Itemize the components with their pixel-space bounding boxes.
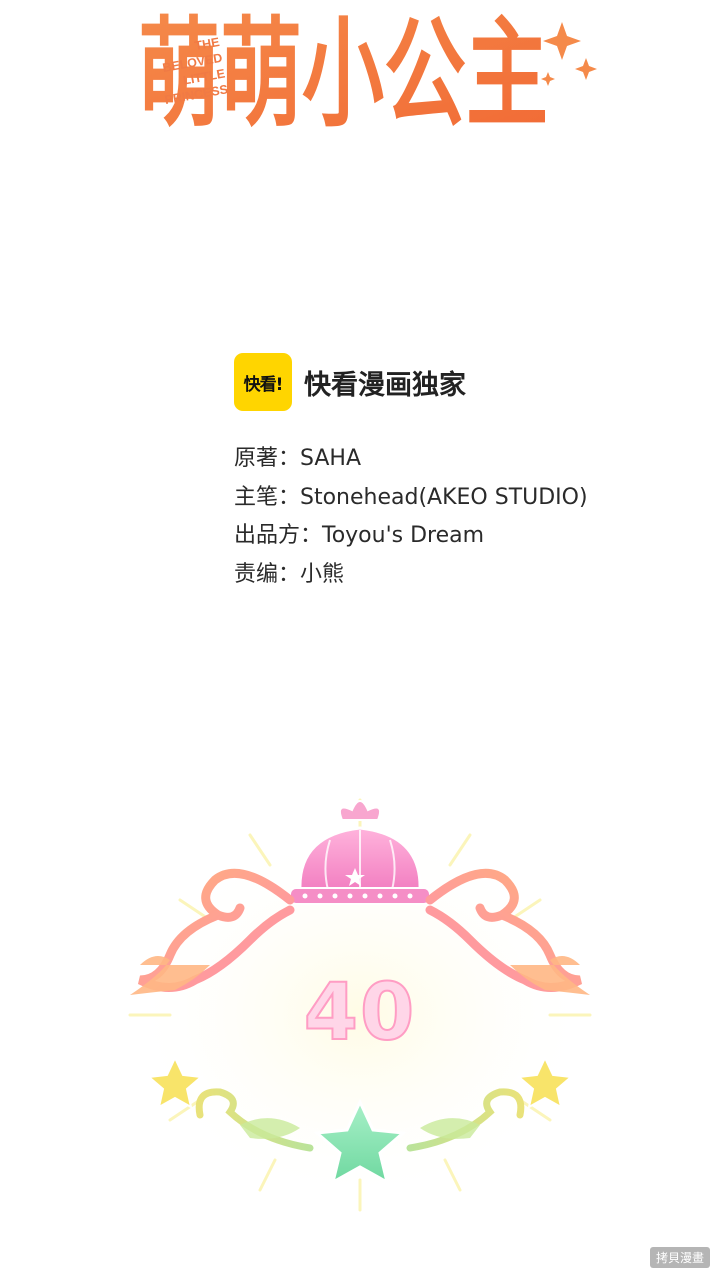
credits-block: 原著：SAHA 主笔：Stonehead(AKEO STUDIO) 出品方：To… [234, 440, 588, 594]
publisher-badge: 快看! 快看漫画独家 [234, 352, 466, 412]
credit-editor: 责编：小熊 [234, 561, 345, 587]
publisher-label: 快看漫画独家 [304, 369, 466, 401]
sparkle-icon [541, 22, 597, 86]
kuaikan-logo-icon: 快看! [234, 353, 292, 411]
crown-icon [289, 800, 431, 905]
credit-artist: 主笔：Stonehead(AKEO STUDIO) [234, 484, 588, 510]
credit-producer: 出品方：Toyou's Dream [234, 523, 485, 548]
publisher-logo-text: 快看! [243, 374, 284, 395]
chapter-number: 40 [303, 967, 417, 1059]
credit-original-author: 原著：SAHA [234, 446, 362, 471]
watermark: 拷貝漫畫 [649, 1247, 710, 1268]
